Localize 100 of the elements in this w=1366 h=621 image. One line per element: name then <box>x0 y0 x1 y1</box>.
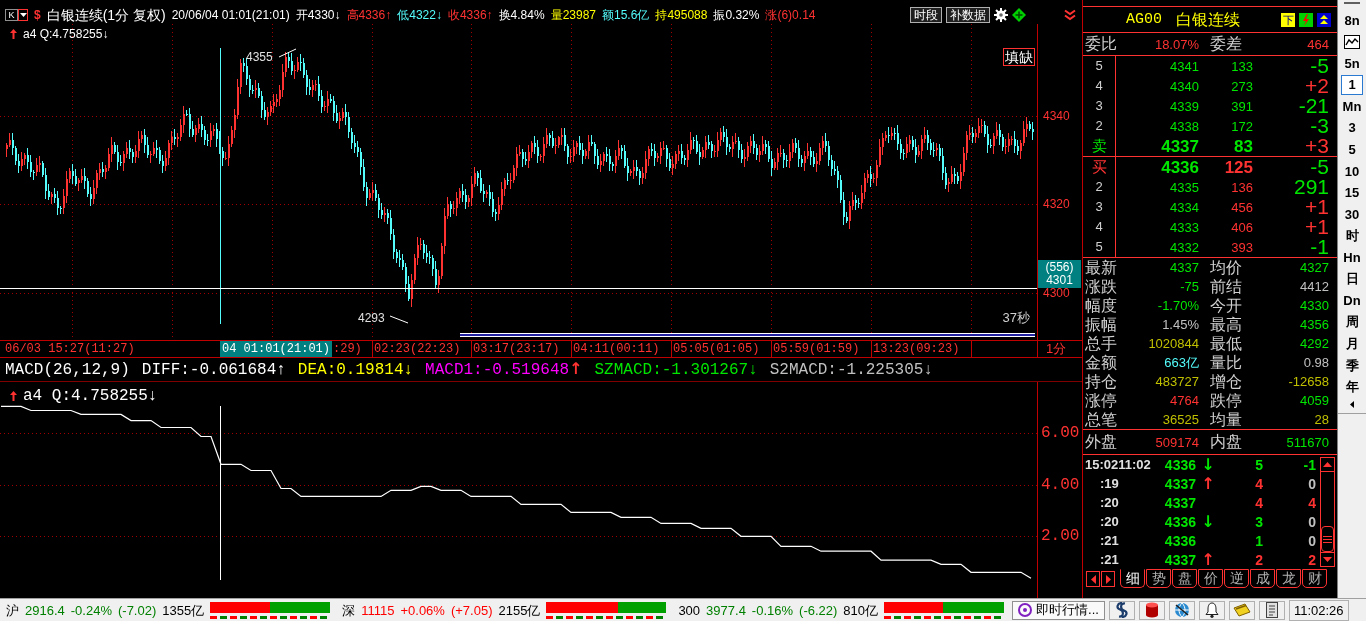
order-level: 卖 <box>1083 136 1116 156</box>
dropdown-button[interactable] <box>18 9 28 21</box>
vertical-scrollbar[interactable] <box>1320 457 1335 567</box>
tick-price: 4336 <box>1164 513 1196 530</box>
index-name: 沪 <box>6 602 19 618</box>
volume-change: -3 <box>1310 116 1329 136</box>
line-chart-icon <box>1344 34 1360 49</box>
value-axis-label: 2.00 <box>1041 526 1080 547</box>
panel-tab[interactable]: 龙 <box>1276 569 1301 588</box>
period-button[interactable]: 5 <box>1341 139 1363 160</box>
panel-tab[interactable]: 细 <box>1120 569 1145 588</box>
gear-icon[interactable] <box>994 8 1008 22</box>
up-triangles-icon[interactable] <box>1317 12 1331 27</box>
order-price: 4332 <box>1170 239 1199 255</box>
period-button[interactable]: 1 <box>1341 74 1363 95</box>
order-volume: 125 <box>1224 157 1253 177</box>
tray-button[interactable] <box>1108 600 1135 620</box>
quote-value: 4292 <box>1300 336 1329 351</box>
header-button[interactable]: 时段 <box>910 7 942 23</box>
diamond-icon[interactable] <box>1012 8 1026 22</box>
swirl-icon <box>1113 602 1130 618</box>
panel-tab[interactable]: 价 <box>1198 569 1223 588</box>
panel-tab[interactable]: 盘 <box>1172 569 1197 588</box>
previous-tab-button[interactable] <box>1086 571 1100 587</box>
time-axis-label: 03:17(23:17) <box>473 342 560 356</box>
period-button[interactable]: 8n <box>1341 10 1363 30</box>
quote-label: 幅度 <box>1085 296 1117 315</box>
chart-type-button[interactable]: K <box>5 9 18 21</box>
countdown-label: 37秒 <box>1002 310 1030 325</box>
quote-label: 振幅 <box>1085 315 1117 334</box>
lightning-icon[interactable] <box>1299 12 1313 27</box>
index-value: 11115 <box>361 602 395 618</box>
period-button[interactable]: 5n <box>1341 53 1363 74</box>
cursor-price: 4301 <box>1046 274 1073 287</box>
quote-value: 4412 <box>1300 279 1329 294</box>
quote-value: 4764 <box>1170 393 1199 408</box>
quote-button[interactable]: 即时行情... <box>1012 600 1105 620</box>
order-level: 2 <box>1083 116 1116 136</box>
header-button[interactable]: 补数据 <box>946 7 990 23</box>
quote-value: 1.45% <box>1162 317 1199 332</box>
fill-gap-button[interactable]: 填缺 <box>1003 48 1035 66</box>
index-name: 深 <box>342 602 356 618</box>
quote-value: 1020844 <box>1148 336 1199 351</box>
double-arrow-icon[interactable] <box>1064 9 1076 21</box>
tray-button[interactable] <box>1138 600 1165 620</box>
period-button[interactable]: 3 <box>1341 117 1363 138</box>
turnover-amount: 810亿 <box>843 602 879 618</box>
period-button[interactable]: 月 <box>1341 333 1363 354</box>
tick-change: 0 <box>1308 475 1316 492</box>
panel-tab[interactable]: 逆 <box>1224 569 1249 588</box>
period-button[interactable]: Dn <box>1341 290 1363 311</box>
quote-label: 量比 <box>1210 353 1242 372</box>
period-button[interactable]: Hn <box>1341 247 1363 268</box>
cursor-datetime: 20/06/04 01:01(21:01) <box>171 7 290 23</box>
period-button[interactable]: 10 <box>1341 161 1363 182</box>
ring-icon <box>1018 603 1033 617</box>
period-button[interactable]: Mn <box>1341 96 1363 117</box>
next-tab-button[interactable] <box>1101 571 1115 587</box>
price-axis-label: 4300 <box>1043 286 1070 300</box>
time-axis-label: :29) <box>333 342 362 356</box>
period-button[interactable]: 30 <box>1341 204 1363 225</box>
card-icon <box>1232 603 1251 617</box>
order-price: 4334 <box>1170 199 1199 215</box>
horizontal-scrollbar[interactable] <box>460 333 1035 337</box>
quote-value: 18.07% <box>1154 36 1199 52</box>
index-name: 300 <box>678 602 701 618</box>
index-value: 3977.4 <box>706 602 746 618</box>
tick-volume: 4 <box>1255 494 1263 511</box>
tray-button[interactable] <box>1198 600 1225 620</box>
period-button[interactable]: 15 <box>1341 182 1363 203</box>
cursor-count: (556) <box>1045 261 1074 274</box>
quote-label: 前结 <box>1210 277 1242 296</box>
panel-button[interactable]: 下 <box>1281 12 1295 27</box>
market-symbol: $ <box>34 8 41 22</box>
scroll-thumb[interactable] <box>1321 526 1334 552</box>
panel-tab[interactable]: 势 <box>1146 569 1171 588</box>
time-axis-label: 13:23(09:23) <box>873 342 960 356</box>
period-button[interactable]: 周 <box>1341 312 1363 333</box>
triangle-left-icon[interactable] <box>1350 400 1354 408</box>
panel-tab[interactable]: 成 <box>1250 569 1275 588</box>
tray-button[interactable] <box>1168 600 1195 620</box>
period-button[interactable]: 年 <box>1341 377 1363 398</box>
period-button[interactable]: 时 <box>1341 225 1363 246</box>
quote-label: 委差 <box>1210 35 1242 53</box>
quote-label: 总笔 <box>1085 410 1117 429</box>
time-axis-label: 06/03 15:27(11:27) <box>5 342 135 356</box>
instrument-name: 白银连续 <box>1176 9 1240 30</box>
order-volume: 273 <box>1231 78 1253 94</box>
price-axis-label: 4320 <box>1043 197 1070 211</box>
period-button[interactable]: 季 <box>1341 355 1363 376</box>
quote-value: 4337 <box>1170 260 1199 275</box>
period-unit-label: 1分 <box>1046 341 1067 356</box>
quote-stat: 额15.6亿 <box>602 7 650 23</box>
period-button[interactable]: 日 <box>1341 269 1363 290</box>
order-volume: 393 <box>1231 239 1253 255</box>
quote-stat: 振0.32% <box>713 7 760 23</box>
quote-label: 委比 <box>1085 35 1117 53</box>
globe-icon <box>1173 602 1190 618</box>
tray-button[interactable] <box>1258 600 1285 620</box>
panel-tab[interactable]: 财 <box>1302 569 1327 588</box>
